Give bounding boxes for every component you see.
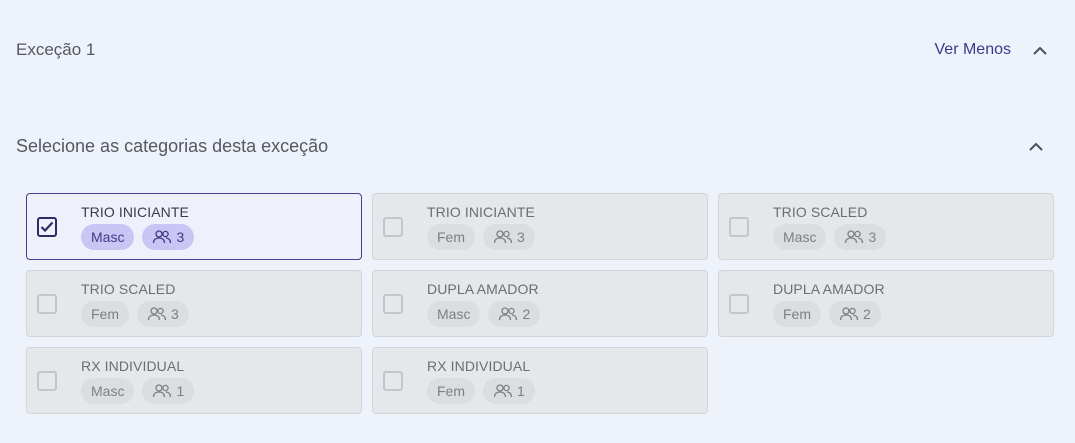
team-size-count: 3: [176, 229, 185, 245]
category-card-body: TRIO INICIANTE Fem 3: [427, 204, 535, 250]
users-icon: [493, 230, 513, 244]
team-size-count: 1: [517, 383, 525, 399]
ver-menos-link[interactable]: Ver Menos: [935, 41, 1011, 59]
users-icon: [839, 307, 859, 321]
users-icon: [153, 384, 172, 398]
category-chips: Fem 3: [427, 224, 535, 250]
category-checkbox[interactable]: [383, 294, 403, 314]
team-size-count: 2: [522, 306, 531, 322]
team-size-chip: 1: [142, 378, 195, 404]
category-chips: Masc 3: [773, 224, 887, 250]
team-size-count: 3: [171, 306, 179, 322]
categories-section-header: Selecione as categorias desta exceção: [16, 134, 1047, 158]
category-chips: Fem 1: [427, 378, 535, 404]
category-chips: Masc 3: [81, 224, 195, 250]
category-card[interactable]: TRIO SCALED Masc 3: [718, 193, 1054, 260]
category-checkbox[interactable]: [383, 371, 403, 391]
category-card[interactable]: DUPLA AMADOR Masc 2: [372, 270, 708, 337]
category-checkbox[interactable]: [37, 294, 57, 314]
gender-chip: Fem: [773, 301, 821, 327]
team-size-chip: 1: [483, 378, 535, 404]
category-card-body: TRIO INICIANTE Masc 3: [81, 204, 195, 250]
team-size-chip: 3: [137, 301, 189, 327]
users-icon: [493, 384, 513, 398]
users-icon: [845, 230, 864, 244]
category-chips: Masc 2: [427, 301, 541, 327]
team-size-count: 3: [868, 229, 877, 245]
category-title: TRIO SCALED: [81, 281, 176, 297]
team-size-count: 2: [863, 306, 871, 322]
team-size-chip: 3: [834, 224, 887, 250]
chevron-up-icon[interactable]: [1025, 135, 1047, 157]
category-card[interactable]: DUPLA AMADOR Fem 2: [718, 270, 1054, 337]
category-title: DUPLA AMADOR: [773, 281, 885, 297]
category-card-body: DUPLA AMADOR Fem 2: [773, 281, 885, 327]
category-card-body: TRIO SCALED Fem 3: [81, 281, 189, 327]
category-card-body: DUPLA AMADOR Masc 2: [427, 281, 541, 327]
gender-chip: Fem: [427, 224, 475, 250]
category-card[interactable]: TRIO INICIANTE Fem 3: [372, 193, 708, 260]
users-icon: [499, 307, 518, 321]
team-size-chip: 3: [483, 224, 535, 250]
check-icon: [40, 221, 54, 233]
users-icon: [153, 230, 172, 244]
category-title: TRIO INICIANTE: [427, 204, 535, 220]
category-card[interactable]: TRIO INICIANTE Masc 3: [26, 193, 362, 260]
team-size-count: 1: [176, 383, 185, 399]
category-title: RX INDIVIDUAL: [427, 358, 531, 374]
category-checkbox[interactable]: [37, 371, 57, 391]
category-title: TRIO SCALED: [773, 204, 868, 220]
category-checkbox[interactable]: [383, 217, 403, 237]
team-size-count: 3: [517, 229, 525, 245]
exception-title: Exceção 1: [16, 40, 96, 59]
chevron-up-icon[interactable]: [1029, 39, 1051, 61]
gender-chip: Fem: [427, 378, 475, 404]
gender-chip: Masc: [81, 224, 135, 250]
category-chips: Fem 3: [81, 301, 189, 327]
gender-chip: Masc: [81, 378, 135, 404]
gender-chip: Masc: [773, 224, 827, 250]
category-card[interactable]: TRIO SCALED Fem 3: [26, 270, 362, 337]
category-card[interactable]: RX INDIVIDUAL Fem 1: [372, 347, 708, 414]
category-title: DUPLA AMADOR: [427, 281, 539, 297]
exception-header-actions: Ver Menos: [935, 39, 1051, 61]
categories-section-title: Selecione as categorias desta exceção: [16, 135, 329, 156]
gender-chip: Fem: [81, 301, 129, 327]
category-chips: Masc 1: [81, 378, 195, 404]
category-checkbox[interactable]: [729, 294, 749, 314]
category-chips: Fem 2: [773, 301, 885, 327]
category-card-body: RX INDIVIDUAL Masc 1: [81, 358, 195, 404]
gender-chip: Masc: [427, 301, 481, 327]
category-title: TRIO INICIANTE: [81, 204, 189, 220]
team-size-chip: 3: [142, 224, 195, 250]
category-title: RX INDIVIDUAL: [81, 358, 185, 374]
category-grid: TRIO INICIANTE Masc 3 TRIO INICIANTE Fem 3 TRI…: [26, 193, 1054, 414]
category-card-body: RX INDIVIDUAL Fem 1: [427, 358, 535, 404]
users-icon: [147, 307, 167, 321]
category-card[interactable]: RX INDIVIDUAL Masc 1: [26, 347, 362, 414]
category-card-body: TRIO SCALED Masc 3: [773, 204, 887, 250]
exception-header: Exceção 1 Ver Menos: [16, 38, 1051, 62]
category-checkbox[interactable]: [729, 217, 749, 237]
category-checkbox[interactable]: [37, 217, 57, 237]
team-size-chip: 2: [488, 301, 541, 327]
team-size-chip: 2: [829, 301, 881, 327]
